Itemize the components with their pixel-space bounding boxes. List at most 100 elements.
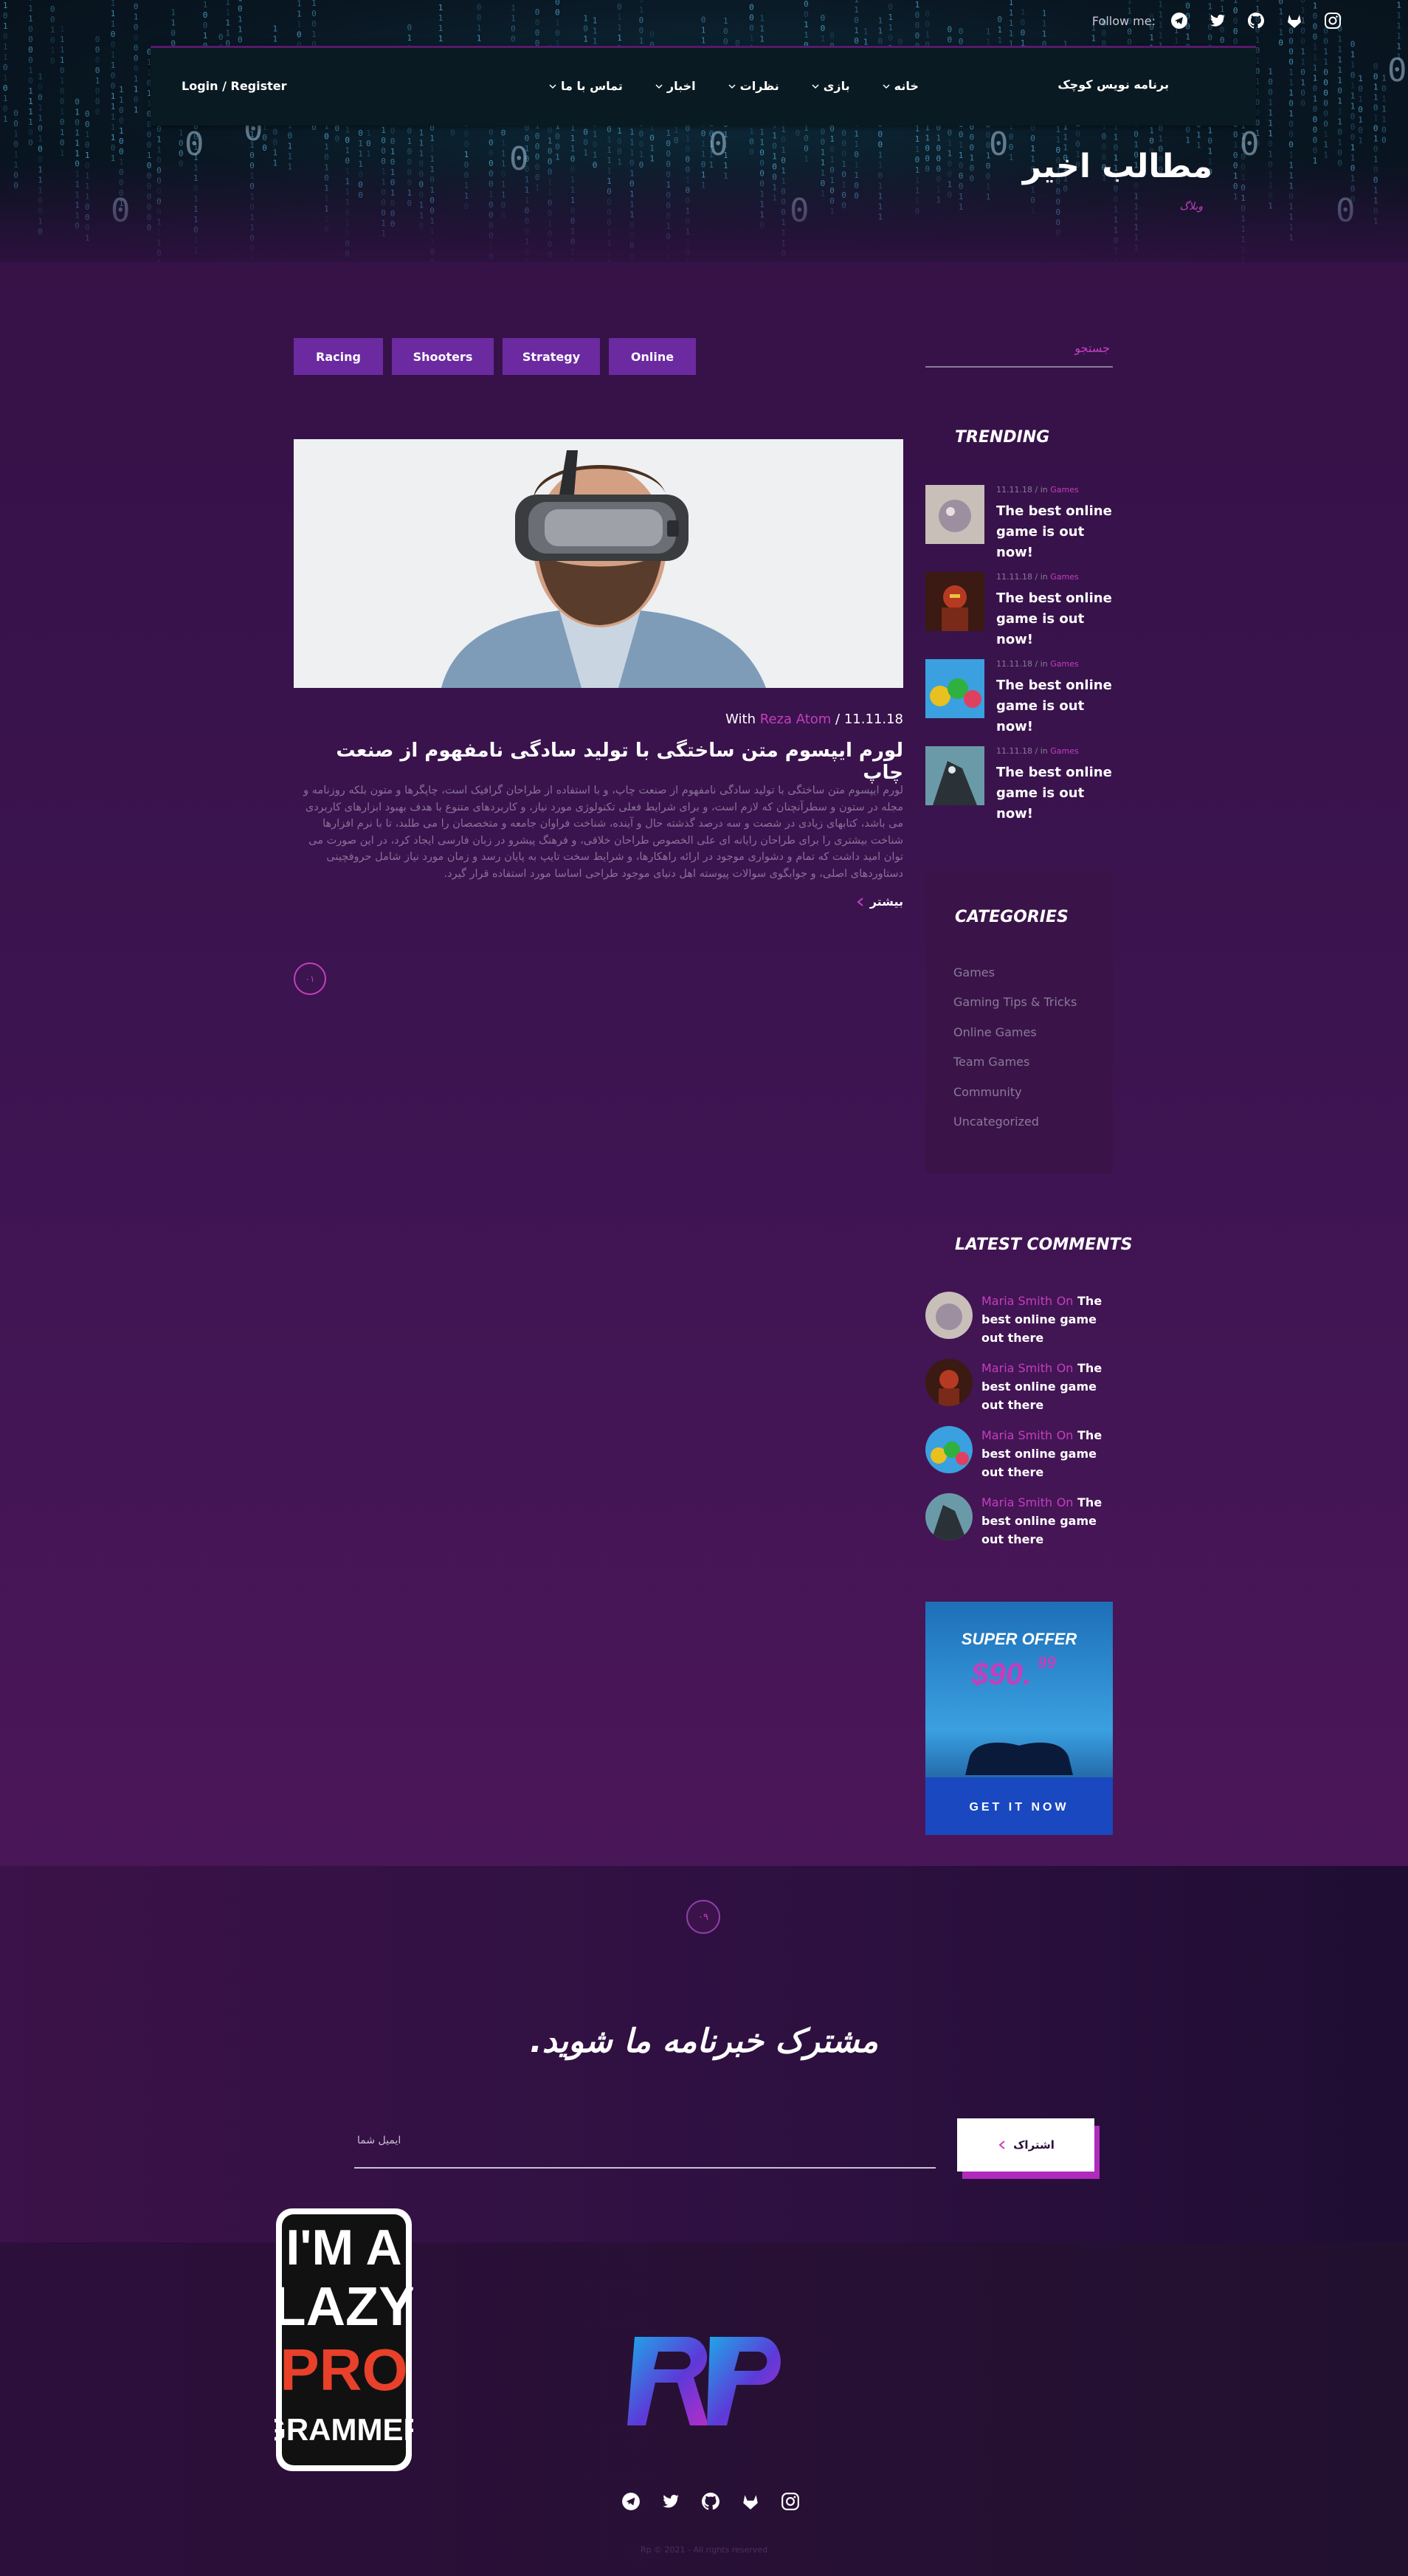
category-button-racing[interactable]: Racing	[294, 338, 383, 375]
nav-item-game[interactable]: بازی	[812, 79, 850, 93]
scroll-top-button[interactable]: ۰۹	[686, 1900, 720, 1934]
svg-text:0: 0	[134, 23, 139, 32]
trending-title[interactable]: The best online game is out now!	[996, 675, 1113, 737]
nav-item-news[interactable]: اخبار	[655, 79, 696, 93]
telegram-icon[interactable]	[621, 2492, 641, 2511]
nav-item-reviews[interactable]: نظرات	[728, 79, 779, 93]
newsletter-email-input[interactable]: ایمیل شما	[354, 2117, 936, 2169]
github-icon[interactable]	[1247, 12, 1265, 30]
svg-text:1: 1	[1373, 83, 1378, 92]
svg-text:0: 0	[203, 10, 208, 20]
rp-logo[interactable]: RP	[627, 2322, 782, 2440]
svg-text:0: 0	[535, 131, 540, 141]
svg-text:1: 1	[28, 107, 33, 117]
post-image[interactable]	[294, 439, 903, 688]
svg-text:0: 0	[390, 126, 396, 136]
trending-title[interactable]: The best online game is out now!	[996, 588, 1113, 650]
svg-text:1: 1	[273, 24, 278, 34]
svg-text:0: 0	[464, 140, 469, 149]
svg-text:0: 0	[804, 0, 809, 9]
svg-text:1: 1	[1396, 1, 1401, 10]
comment-author[interactable]: Maria Smith	[981, 1495, 1052, 1509]
gitlab-icon[interactable]	[1286, 12, 1303, 30]
category-link[interactable]: Games	[953, 965, 995, 979]
svg-text:1: 1	[477, 34, 482, 44]
comment-item[interactable]: Maria Smith On The best online game out …	[925, 1292, 1113, 1360]
svg-text:0: 0	[888, 33, 893, 43]
svg-text:1: 1	[759, 138, 765, 148]
svg-text:0: 0	[134, 95, 139, 105]
svg-text:0: 0	[1030, 134, 1035, 143]
svg-text:1: 1	[38, 103, 43, 112]
super-offer-banner[interactable]: SUPER OFFER $90. 99 GET IT NOW	[925, 1602, 1113, 1835]
telegram-icon[interactable]	[1170, 12, 1188, 30]
twitter-icon[interactable]	[661, 2492, 680, 2511]
svg-text:1: 1	[1288, 68, 1294, 78]
trending-category[interactable]: Games	[1050, 659, 1078, 669]
github-icon[interactable]	[701, 2492, 720, 2511]
svg-text:0: 0	[888, 2, 893, 12]
nav-item-home[interactable]: خانه	[883, 79, 919, 93]
svg-text:1: 1	[50, 25, 55, 35]
gitlab-icon[interactable]	[741, 2492, 760, 2511]
category-button-strategy[interactable]: Strategy	[503, 338, 600, 375]
read-more-link[interactable]: بیشتر	[855, 895, 903, 909]
category-button-shooters[interactable]: Shooters	[392, 338, 494, 375]
svg-text:0: 0	[804, 10, 809, 19]
svg-text:1: 1	[134, 75, 139, 84]
svg-text:0: 0	[749, 137, 754, 146]
trending-item[interactable]: 11.11.18 / in Games The best online game…	[925, 659, 1113, 734]
comment-author[interactable]: Maria Smith	[981, 1361, 1052, 1375]
site-brand[interactable]: برنامه نویس کوچک	[1057, 78, 1169, 92]
comment-author[interactable]: Maria Smith	[981, 1294, 1052, 1308]
category-link[interactable]: Uncategorized	[953, 1115, 1039, 1129]
login-register-link[interactable]: Login / Register	[182, 79, 287, 93]
trending-title[interactable]: The best online game is out now!	[996, 501, 1113, 563]
post-meta: With Reza Atom / 11.11.18	[725, 712, 903, 727]
category-link[interactable]: Online Games	[953, 1025, 1037, 1039]
svg-text:1: 1	[311, 0, 317, 8]
svg-text:1: 1	[358, 149, 363, 159]
category-link[interactable]: Team Games	[953, 1055, 1029, 1069]
instagram-icon[interactable]	[1324, 12, 1342, 30]
svg-text:0: 0	[60, 86, 65, 96]
category-button-online[interactable]: Online	[609, 338, 696, 375]
svg-text:0: 0	[38, 144, 43, 154]
svg-text:1: 1	[419, 138, 424, 148]
svg-text:1: 1	[225, 18, 230, 27]
nav-item-contact[interactable]: تماس با ما	[549, 79, 623, 93]
category-link[interactable]: Gaming Tips & Tricks	[953, 995, 1077, 1009]
comment-item[interactable]: Maria Smith On The best online game out …	[925, 1359, 1113, 1427]
trending-item[interactable]: 11.11.18 / in Games The best online game…	[925, 572, 1113, 647]
categories-widget: CATEGORIES Games Gaming Tips & Tricks On…	[925, 871, 1113, 1174]
pagination-page-1[interactable]: ۰۱	[294, 962, 326, 995]
trending-category[interactable]: Games	[1050, 485, 1078, 495]
twitter-icon[interactable]	[1209, 12, 1226, 30]
svg-text:1: 1	[60, 128, 65, 137]
svg-text:0: 0	[639, 26, 644, 35]
trending-category[interactable]: Games	[1050, 572, 1078, 582]
svg-text:1: 1	[1396, 32, 1401, 41]
breadcrumb[interactable]: وبلاگ	[1179, 201, 1203, 213]
svg-text:1: 1	[915, 134, 920, 144]
category-link[interactable]: Community	[953, 1085, 1022, 1099]
svg-text:1: 1	[639, 36, 644, 46]
svg-text:1: 1	[854, 26, 859, 35]
trending-title[interactable]: The best online game is out now!	[996, 762, 1113, 824]
svg-text:0: 0	[1268, 140, 1273, 149]
trending-category[interactable]: Games	[1050, 746, 1078, 756]
post-author[interactable]: Reza Atom	[760, 712, 832, 727]
svg-text:0: 0	[50, 15, 55, 24]
post-title[interactable]: لورم ایپسوم متن ساختگی با تولید سادگی نا…	[294, 740, 903, 784]
offer-cta[interactable]: GET IT NOW	[969, 1801, 1069, 1814]
subscribe-button[interactable]: اشتراک	[957, 2118, 1094, 2172]
svg-text:1: 1	[1358, 94, 1363, 104]
trending-item[interactable]: 11.11.18 / in Games The best online game…	[925, 746, 1113, 822]
comment-item[interactable]: Maria Smith On The best online game out …	[925, 1493, 1113, 1561]
trending-item[interactable]: 11.11.18 / in Games The best online game…	[925, 485, 1113, 560]
comment-author[interactable]: Maria Smith	[981, 1428, 1052, 1442]
search-input[interactable]: جستجو	[925, 340, 1113, 368]
comment-item[interactable]: Maria Smith On The best online game out …	[925, 1426, 1113, 1494]
svg-text:1: 1	[28, 86, 33, 96]
instagram-icon[interactable]	[781, 2492, 800, 2511]
